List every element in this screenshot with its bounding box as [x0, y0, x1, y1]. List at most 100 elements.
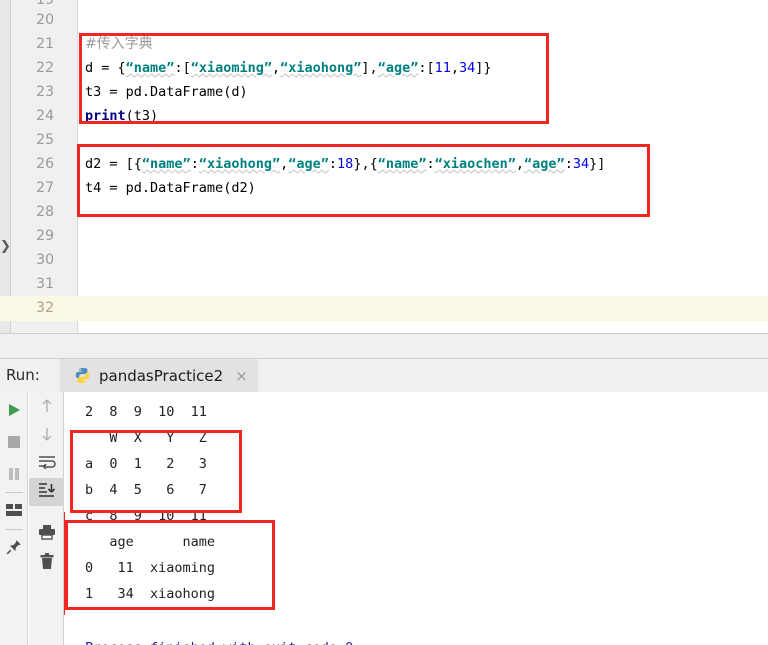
console-line: 1 34 xiaohong [85, 586, 216, 602]
console-line: 0 11 xiaoming [85, 560, 216, 576]
soft-wrap-button[interactable] [29, 450, 64, 478]
arrow-down-icon [40, 426, 54, 447]
colon2: :[ [418, 60, 435, 76]
brace-close: ]} [475, 60, 492, 76]
layout-button[interactable] [0, 498, 28, 526]
stop-icon [7, 435, 21, 454]
operator-equals: = [101, 156, 126, 172]
editor-line: 28 [0, 200, 768, 225]
editor-line: 31 [0, 272, 768, 297]
run-header: Run: pandasPractice2 × [0, 359, 768, 392]
line-number: 32 [36, 300, 54, 316]
number-18: 18 [337, 156, 354, 172]
args-d2: (d2) [223, 180, 256, 196]
dict-key-name: “name” [125, 60, 175, 76]
run-tab-title: pandasPractice2 [99, 366, 224, 385]
editor-line: 21 #传入字典 [0, 32, 768, 57]
colon4: : [564, 156, 573, 172]
code-text[interactable]: t3 = pd.DataFrame(d) [85, 80, 248, 105]
operator-equals: = [101, 180, 126, 196]
console-output[interactable]: 2 8 9 10 11 W X Y Z a 0 1 2 3 b 4 5 6 7 … [65, 392, 768, 645]
colon2: : [328, 156, 338, 172]
identifier-t3: t3 [85, 84, 102, 100]
arrow-up-icon [40, 398, 54, 419]
run-toolbar-secondary [29, 392, 64, 645]
down-button[interactable] [29, 422, 64, 450]
toolbar-separator-2 [5, 529, 23, 530]
comma: , [272, 60, 281, 76]
string-xiaochen: “xiaochen” [434, 156, 516, 172]
soft-wrap-icon [38, 455, 56, 474]
console-line: W X Y Z [85, 430, 207, 446]
console-line: 2 8 9 10 11 [85, 404, 207, 420]
console-line: age name [85, 534, 216, 550]
number-34b: 34 [572, 156, 590, 172]
dict-key-age-2: “age” [524, 156, 565, 172]
line-number: 23 [36, 84, 54, 100]
stop-button[interactable] [0, 430, 28, 458]
code-text[interactable]: d2 = [{“name”:“xiaohong”,“age”:18},{“nam… [85, 152, 605, 177]
code-text[interactable]: d = {“name”:[“xiaoming”,“xiaohong”],“age… [85, 56, 492, 81]
comma2: , [450, 60, 459, 76]
string-xiaohong: “xiaohong” [280, 60, 362, 76]
line-number: 20 [36, 12, 54, 28]
pause-icon [7, 467, 21, 486]
code-text[interactable]: print(t3) [85, 104, 158, 129]
operator-equals: = [101, 84, 126, 100]
editor-line-current: 32 [0, 296, 768, 321]
editor-line: 30 [0, 248, 768, 273]
builtin-print: print [85, 108, 126, 124]
run-tool-window: Run: pandasPractice2 × 2 8 9 10 11 W X Y… [0, 359, 768, 645]
code-text[interactable]: t4 = pd.DataFrame(d2) [85, 176, 256, 201]
console-line: a 0 1 2 3 [85, 456, 207, 472]
close-icon[interactable]: × [235, 367, 248, 385]
editor-line: 25 [0, 128, 768, 153]
panel-splitter[interactable] [0, 333, 768, 359]
operator-equals: = [93, 60, 118, 76]
dict-key-age: “age” [288, 156, 329, 172]
run-toolbar-primary [0, 392, 28, 645]
line-number: 22 [36, 60, 54, 76]
list-open: [{ [125, 156, 142, 172]
scroll-to-end-button[interactable] [29, 478, 64, 506]
colon3: : [426, 156, 435, 172]
list-close: }] [589, 156, 606, 172]
string-xiaohong: “xiaohong” [198, 156, 281, 172]
console-line: b 4 5 6 7 [85, 482, 207, 498]
identifier-d2: d2 [85, 156, 102, 172]
line-number: 21 [36, 36, 54, 52]
pause-button[interactable] [0, 462, 28, 490]
editor-line: 29 [0, 224, 768, 249]
colon: :[ [174, 60, 191, 76]
print-button[interactable] [29, 520, 64, 548]
colon: : [190, 156, 199, 172]
line-number: 26 [36, 156, 54, 172]
args-d: (d) [223, 84, 248, 100]
python-icon [74, 367, 91, 384]
editor-line: 26 d2 = [{“name”:“xiaohong”,“age”:18},{“… [0, 152, 768, 177]
call-pd-dataframe: pd.DataFrame [125, 180, 224, 196]
line-number: 29 [36, 228, 54, 244]
up-button[interactable] [29, 394, 64, 422]
pin-icon [6, 539, 22, 560]
editor-line: 24 print(t3) [0, 104, 768, 129]
toolbar-separator [5, 492, 23, 493]
brace-open: { [117, 60, 126, 76]
string-xiaoming: “xiaoming” [190, 60, 272, 76]
rerun-button[interactable] [0, 398, 28, 426]
number-34: 34 [459, 60, 476, 76]
run-label: Run: [6, 366, 40, 384]
dict-key-name-2: “name” [377, 156, 427, 172]
call-pd-dataframe: pd.DataFrame [125, 84, 224, 100]
pin-button[interactable] [0, 535, 28, 563]
comma2: , [515, 156, 525, 172]
console-line-exit: Process finished with exit code 0 [85, 638, 353, 645]
editor-line: 20 [0, 8, 768, 33]
number-11: 11 [434, 60, 451, 76]
line-number: 27 [36, 180, 54, 196]
code-editor[interactable]: ❯ 19 20 21 #传入字典 22 d = {“name”:[“xiaomi… [0, 0, 768, 333]
run-tab-pandasPractice2[interactable]: pandasPractice2 × [60, 359, 258, 392]
clear-all-button[interactable] [29, 550, 64, 578]
editor-line: 22 d = {“name”:[“xiaoming”,“xiaohong”],“… [0, 56, 768, 81]
code-text[interactable]: #传入字典 [85, 32, 153, 57]
